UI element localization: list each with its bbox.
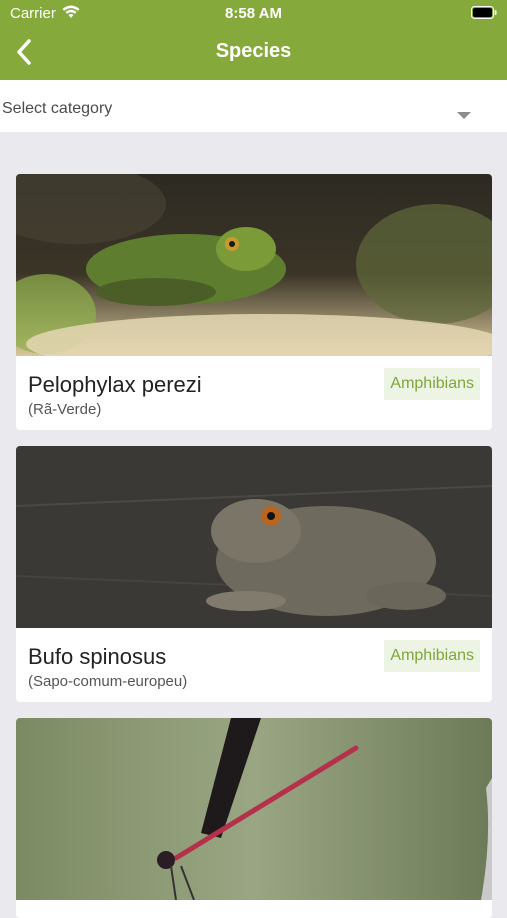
category-select[interactable]: Select category [0,80,507,132]
species-name: Pelophylax perezi [28,372,202,397]
category-badge: Amphibians [384,368,480,400]
header: Carrier 8:58 AM Species [0,0,507,80]
category-badge: Amphibians [384,640,480,672]
nav-bar: Species [0,30,507,76]
category-select-placeholder: Select category [2,100,113,117]
page-title: Species [215,40,292,62]
species-common-name: (Sapo-comum-europeu) [28,673,188,690]
status-time: 8:58 AM [225,5,282,22]
species-card[interactable] [16,718,492,918]
species-card[interactable]: Pelophylax perezi (Rã-Verde) Amphibians [16,174,492,430]
species-common-name: (Rã-Verde) [28,401,102,418]
caret-down-icon [457,112,471,119]
species-card[interactable]: Bufo spinosus (Sapo-comum-europeu) Amphi… [16,446,492,702]
status-bar: Carrier 8:58 AM [0,0,507,28]
species-name: Bufo spinosus [28,644,167,669]
species-photo [16,446,492,628]
species-photo [16,174,492,356]
species-photo [16,718,492,900]
battery-icon [471,6,497,19]
